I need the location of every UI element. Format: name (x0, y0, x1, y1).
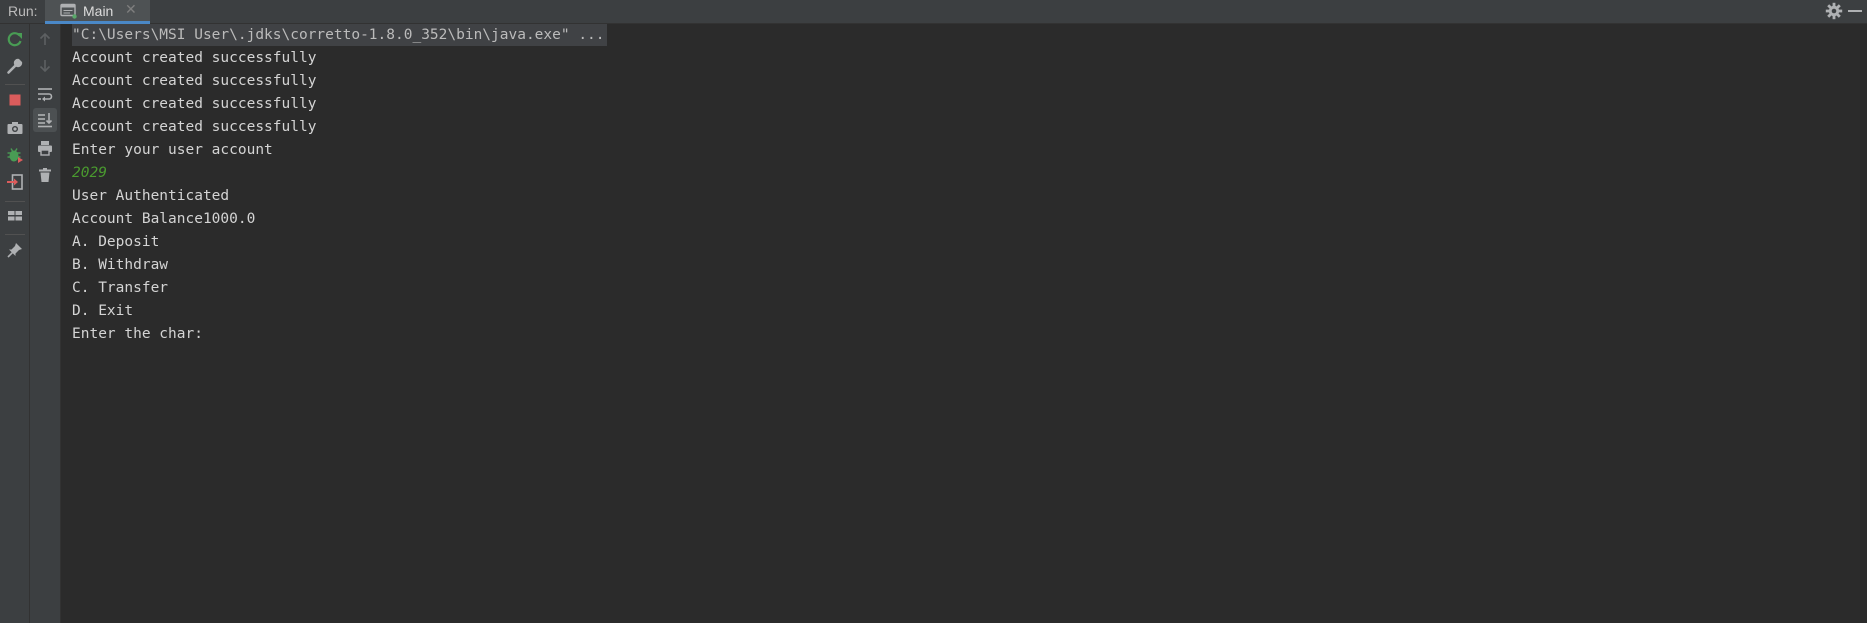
layout-icon (8, 211, 22, 221)
console-output[interactable]: "C:\Users\MSI User\.jdks\corretto-1.8.0_… (62, 24, 1867, 623)
print-button[interactable] (33, 136, 57, 160)
exit-icon (7, 174, 23, 190)
console-line: User Authenticated (72, 188, 230, 204)
up-stack-trace-button[interactable] (33, 27, 57, 51)
print-icon (38, 141, 52, 156)
restore-layout-button[interactable] (3, 204, 27, 228)
run-label: Run: (8, 3, 38, 19)
console-line: Account created successfully (72, 73, 317, 89)
pin-icon (7, 243, 22, 258)
edit-configuration-button[interactable] (3, 54, 27, 78)
rerun-button[interactable] (3, 27, 27, 51)
close-icon[interactable]: ✕ (125, 2, 137, 18)
console-line: A. Deposit (72, 234, 160, 250)
console-actions-toolbar (30, 24, 61, 623)
debug-bug-icon (7, 148, 23, 163)
gear-icon[interactable] (1825, 2, 1843, 20)
up-arrow-icon (39, 32, 51, 45)
console-line: Enter your user account (72, 142, 273, 158)
tab-main-label: Main (83, 3, 114, 19)
rerun-icon (7, 32, 22, 47)
minimize-icon[interactable] (1847, 2, 1863, 20)
down-stack-trace-button[interactable] (33, 54, 57, 78)
toolbar-divider (5, 201, 25, 202)
console-line: B. Withdraw (72, 257, 169, 273)
console-line: D. Exit (72, 303, 134, 319)
console-line: Account created successfully (72, 96, 317, 112)
stop-icon (9, 94, 21, 106)
scroll-to-end-button[interactable] (33, 108, 57, 132)
toolbar-divider (5, 234, 25, 235)
run-tool-window: Run: Main ✕ "C:\Users\MSI User\.jdks\cor… (0, 0, 1867, 623)
soft-wrap-icon (38, 88, 53, 102)
console-line: C. Transfer (72, 280, 169, 296)
pin-tab-button[interactable] (3, 238, 27, 262)
down-arrow-icon (39, 60, 51, 73)
console-line: Account created successfully (72, 119, 317, 135)
soft-wrap-button[interactable] (33, 82, 57, 106)
wrench-icon (7, 58, 23, 74)
tab-main[interactable]: Main ✕ (45, 0, 150, 24)
console-command-line: "C:\Users\MSI User\.jdks\corretto-1.8.0_… (72, 24, 607, 46)
debug-button[interactable] (3, 143, 27, 167)
stop-button[interactable] (3, 88, 27, 112)
run-header: Run: Main ✕ (0, 0, 1867, 24)
camera-icon (7, 122, 23, 134)
console-prompt-line: Enter the char: (72, 326, 203, 342)
console-user-input: 2029 (72, 165, 107, 181)
trash-icon (39, 168, 51, 182)
exit-button[interactable] (3, 170, 27, 194)
console-line: Account Balance1000.0 (72, 211, 256, 227)
toolbar-divider (5, 84, 25, 85)
application-window-icon (60, 3, 77, 19)
clear-all-button[interactable] (33, 163, 57, 187)
console-line: Account created successfully (72, 50, 317, 66)
scroll-to-end-icon (38, 113, 53, 128)
run-actions-toolbar (0, 24, 30, 623)
dump-threads-button[interactable] (3, 116, 27, 140)
